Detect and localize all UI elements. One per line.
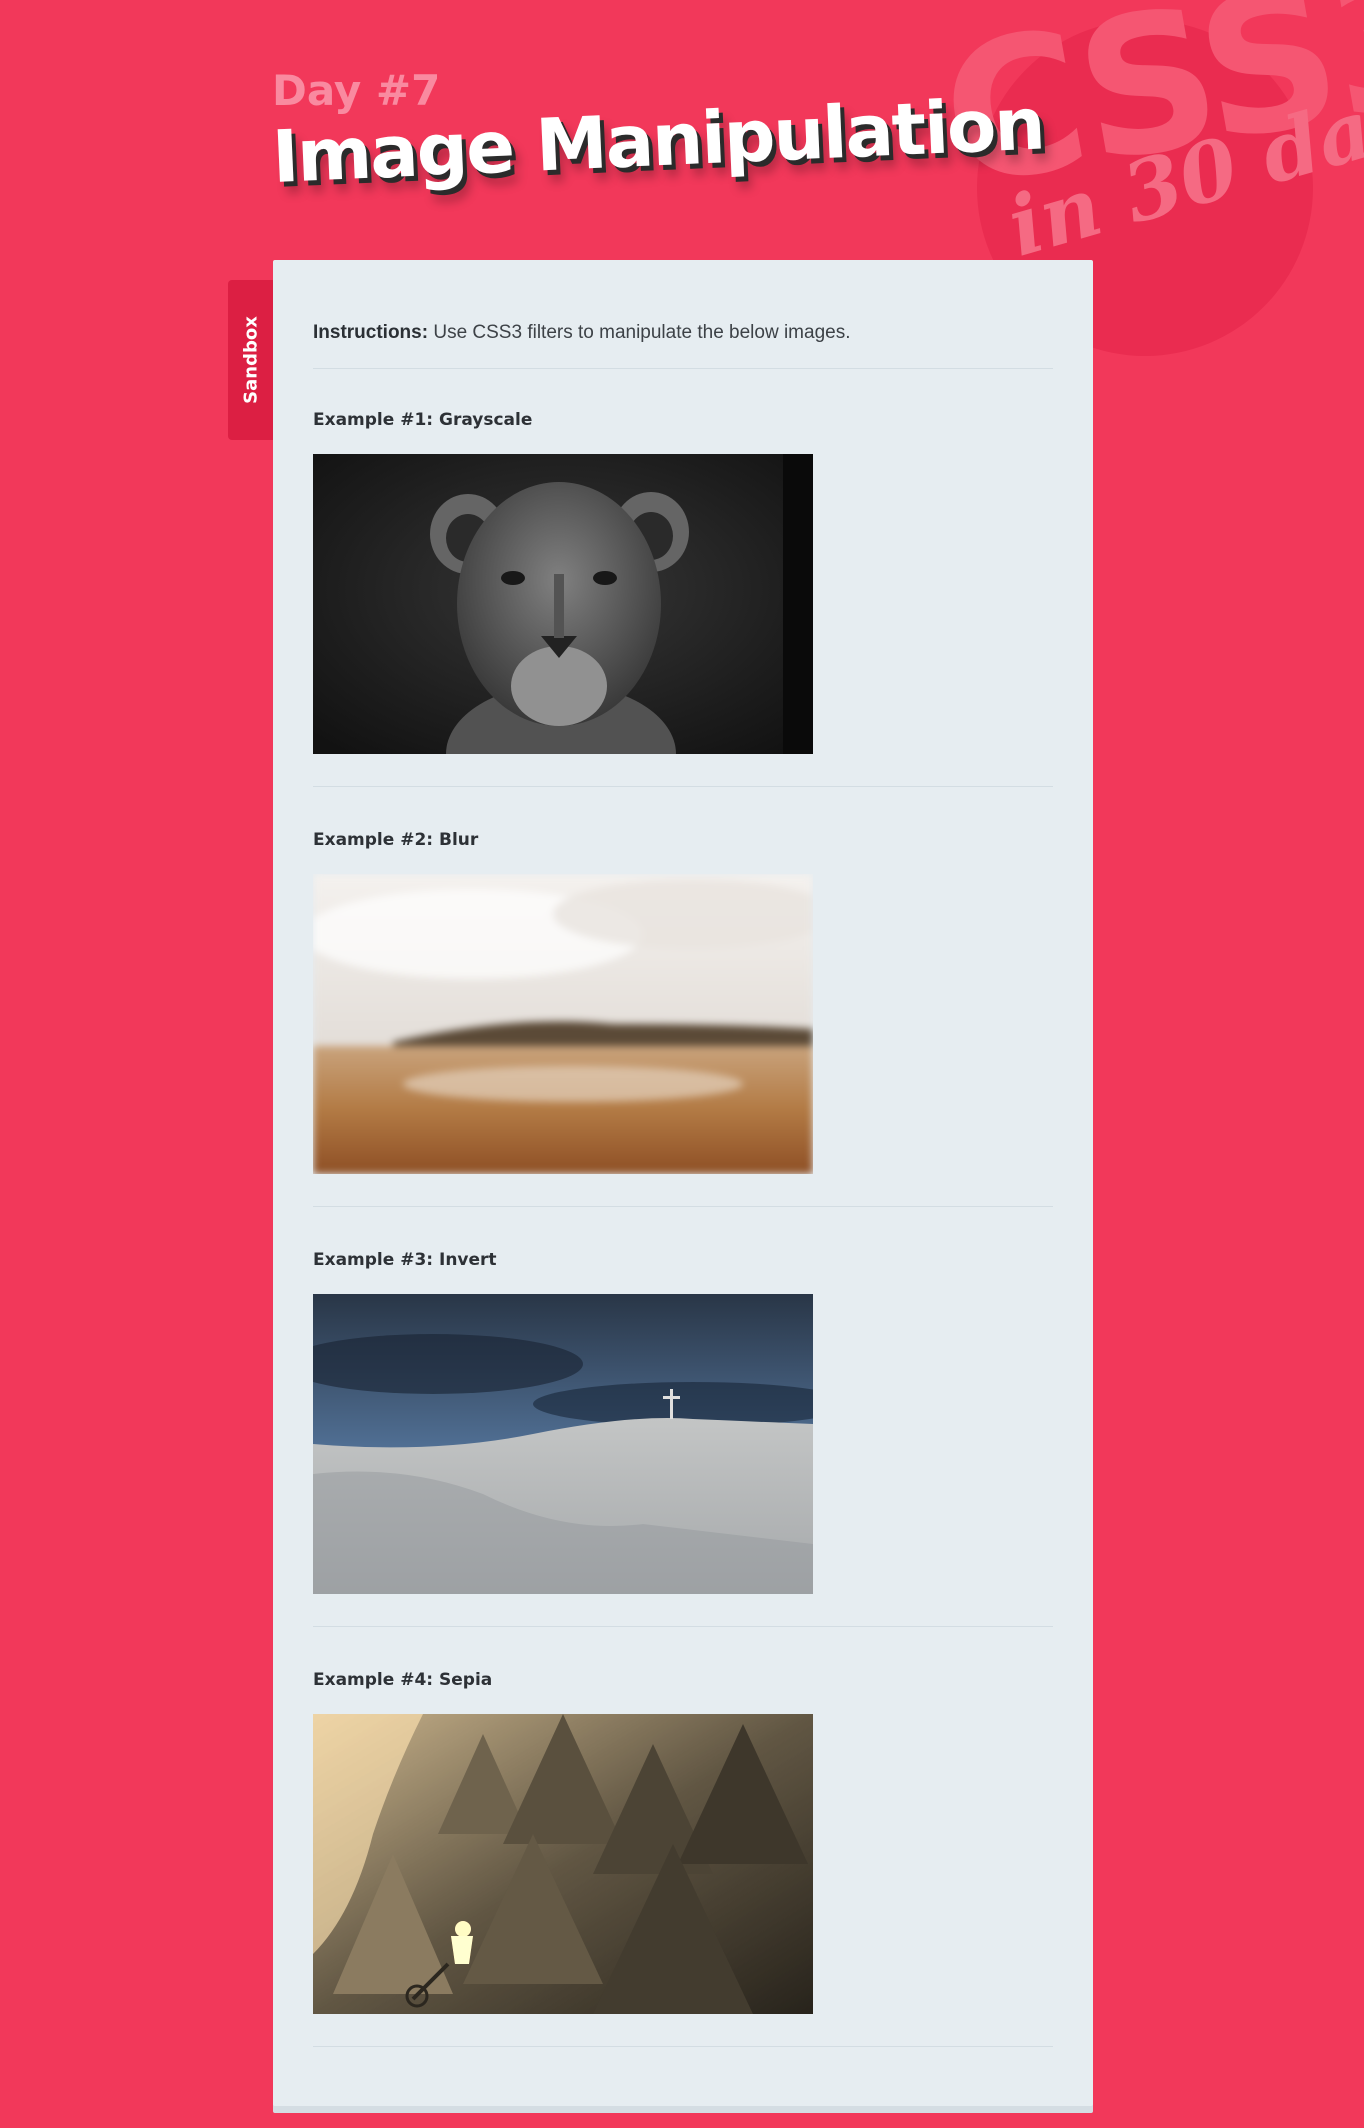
- example-title-sepia: Example #4: Sepia: [313, 1670, 493, 1690]
- example-title-blur: Example #2: Blur: [313, 830, 479, 850]
- divider: [313, 1626, 1053, 1627]
- mountain-summit-cross-image: [313, 1294, 813, 1594]
- instructions-label: Instructions:: [313, 322, 429, 343]
- example-title-grayscale: Example #1: Grayscale: [313, 410, 533, 430]
- example-title-invert: Example #3: Invert: [313, 1250, 497, 1270]
- divider: [313, 1206, 1053, 1207]
- day-label: Day #7: [272, 66, 441, 115]
- instructions-text: Use CSS3 filters to manipulate the below…: [433, 322, 851, 343]
- divider: [313, 786, 1053, 787]
- sandbox-tab-label: Sandbox: [240, 316, 262, 404]
- example-image-grayscale: [313, 454, 813, 754]
- sandbox-tab[interactable]: Sandbox: [228, 280, 274, 440]
- example-image-blur: [313, 874, 813, 1174]
- divider: [313, 368, 1053, 369]
- example-image-sepia: [313, 1714, 813, 2014]
- example-image-invert: [313, 1294, 813, 1594]
- content-panel: Instructions: Use CSS3 filters to manipu…: [273, 260, 1093, 2106]
- instructions: Instructions: Use CSS3 filters to manipu…: [313, 322, 1053, 344]
- divider: [313, 2046, 1053, 2047]
- lake-landscape-image: [313, 874, 813, 1174]
- lioness-image: [313, 454, 813, 754]
- forest-mountain-biker-image: [313, 1714, 813, 2014]
